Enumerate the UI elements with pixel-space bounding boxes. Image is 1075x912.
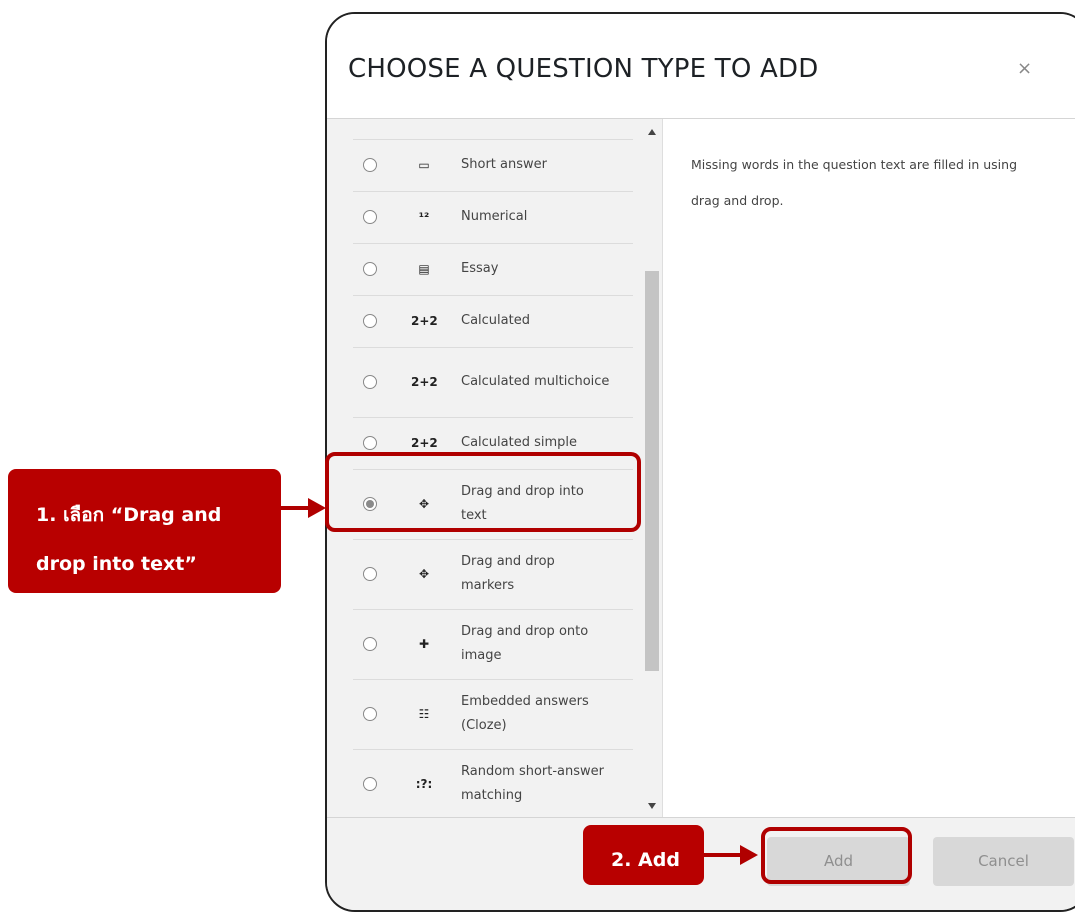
description-panel: Missing words in the question text are f… xyxy=(663,119,1075,817)
calculated-multichoice-icon: 2+2 xyxy=(411,375,438,389)
cloze-icon: ☷ xyxy=(418,707,430,721)
radio-button[interactable] xyxy=(363,158,377,172)
question-type-label: Calculated multichoice xyxy=(461,374,610,389)
arrow-step2-head xyxy=(740,845,758,865)
radio-button[interactable] xyxy=(363,262,377,276)
question-type-label: Calculated xyxy=(461,313,530,328)
essay-icon: ▤ xyxy=(418,262,430,276)
radio-button[interactable] xyxy=(363,314,377,328)
highlight-add-button xyxy=(761,827,912,884)
numerical-icon: ¹² xyxy=(418,210,430,224)
question-type-label: Short answer xyxy=(461,157,547,172)
question-type-option[interactable]: 2+2 Calculated multichoice xyxy=(327,347,637,417)
close-icon[interactable]: × xyxy=(1017,58,1032,79)
calculated-icon: 2+2 xyxy=(411,314,438,328)
calculated-simple-icon: 2+2 xyxy=(411,436,438,450)
scroll-down-icon[interactable] xyxy=(648,803,656,809)
radio-button[interactable] xyxy=(363,777,377,791)
question-type-option[interactable]: ✥ Drag and drop markers xyxy=(327,539,637,609)
question-type-option[interactable]: :?: Random short-answer matching xyxy=(327,749,637,817)
radio-button[interactable] xyxy=(363,375,377,389)
drag-drop-markers-icon: ✥ xyxy=(418,567,430,581)
arrow-step2-line xyxy=(704,853,742,857)
highlight-drag-drop-text xyxy=(325,452,641,532)
callout-step1: 1. เลือก “Drag and drop into text” xyxy=(8,469,281,593)
question-type-option[interactable]: 2+2 Calculated xyxy=(327,295,637,347)
question-type-label: Embedded answers (Cloze) xyxy=(461,694,589,733)
question-type-option[interactable]: ☷ Embedded answers (Cloze) xyxy=(327,679,637,749)
list-scrollbar[interactable] xyxy=(643,119,661,817)
radio-button[interactable] xyxy=(363,707,377,721)
question-type-description: Missing words in the question text are f… xyxy=(691,157,1018,208)
short-answer-icon: ▭ xyxy=(418,158,430,172)
question-type-label: Drag and drop markers xyxy=(461,554,555,593)
question-type-option[interactable]: ▤ Essay xyxy=(327,243,637,295)
radio-button[interactable] xyxy=(363,436,377,450)
callout-step1-line2: drop into text” xyxy=(36,553,197,575)
arrow-step1-line xyxy=(281,506,311,510)
question-type-option[interactable]: ▭ Short answer xyxy=(327,139,637,191)
question-type-label: Drag and drop onto image xyxy=(461,624,589,663)
callout-step2: 2. Add xyxy=(583,825,704,885)
random-matching-icon: :?: xyxy=(415,777,433,791)
question-type-label: Essay xyxy=(461,261,499,276)
question-type-label: Numerical xyxy=(461,209,528,224)
dialog-header: CHOOSE A QUESTION TYPE TO ADD × xyxy=(327,14,1075,119)
radio-button[interactable] xyxy=(363,567,377,581)
cancel-button[interactable]: Cancel xyxy=(933,837,1074,886)
callout-step2-text: 2. Add xyxy=(611,849,680,871)
question-type-option[interactable]: ✚ Drag and drop onto image xyxy=(327,609,637,679)
callout-step1-line1: 1. เลือก “Drag and xyxy=(36,504,222,526)
question-type-option[interactable]: ¹² Numerical xyxy=(327,191,637,243)
scrollbar-thumb[interactable] xyxy=(645,271,659,671)
question-type-label: Random short-answer matching xyxy=(461,764,605,803)
arrow-step1-head xyxy=(308,498,326,518)
scroll-up-icon[interactable] xyxy=(648,129,656,135)
radio-button[interactable] xyxy=(363,637,377,651)
drag-drop-image-icon: ✚ xyxy=(418,637,430,651)
dialog-title: CHOOSE A QUESTION TYPE TO ADD xyxy=(348,54,819,84)
radio-button[interactable] xyxy=(363,210,377,224)
